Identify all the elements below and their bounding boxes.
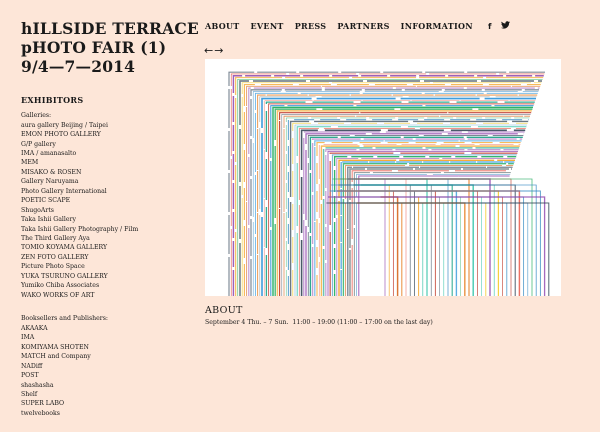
exhibitors-sidebar: EXHIBITORS Galleries: aura gallery Beiji… — [21, 95, 191, 418]
gallery-list-item[interactable]: ShugoArts — [21, 206, 191, 215]
artwork-stripe — [383, 184, 390, 296]
artwork-stripe — [367, 190, 436, 296]
booksellers-list: AKAAKA IMA KOMIYAMA SHOTEN MATCH and Compan… — [21, 324, 191, 419]
gallery-list-item[interactable]: MISAKO & ROSEN — [21, 168, 191, 177]
bookseller-list-item[interactable]: twelvebooks — [21, 409, 191, 418]
about-dates: September 4 Thu. – 7 Sun. 11:00 – 19:00 … — [205, 319, 433, 326]
artwork-stripe — [333, 155, 517, 296]
gallery-list-item[interactable]: POETIC SCAPE — [21, 196, 191, 205]
artwork-stripe — [365, 196, 440, 296]
slider-arrows: ← → — [204, 44, 224, 57]
artwork-stripe — [342, 163, 514, 296]
artwork-stripe — [254, 92, 538, 296]
galleries-list: aura gallery Beijing / Taipei EMON PHOTO … — [21, 121, 191, 301]
artwork-stripe — [353, 184, 474, 296]
artwork-stripe — [374, 190, 415, 296]
gallery-list-item[interactable]: Taka Ishii Gallery — [21, 215, 191, 224]
title-line-3: 9/4—7—2014 — [21, 57, 136, 76]
nav-event[interactable]: EVENT — [251, 21, 284, 31]
twitter-bird-glyph — [501, 21, 511, 29]
gallery-list-item[interactable]: TOMIO KOYAMA GALLERY — [21, 243, 191, 252]
nav-about[interactable]: ABOUT — [205, 21, 240, 31]
gallery-list-item[interactable]: The Third Gallery Aya — [21, 234, 191, 243]
gallery-list-item[interactable]: IMA / amanasalto — [21, 149, 191, 158]
prev-arrow-icon[interactable]: ← — [204, 44, 213, 57]
artwork-stripe — [265, 101, 535, 296]
artwork-stripe — [364, 202, 445, 296]
gallery-list-item[interactable]: ZEN FOTO GALLERY — [21, 253, 191, 262]
main-nav: ABOUT EVENT PRESS PARTNERS INFORMATION f — [205, 21, 516, 31]
artwork-stripe — [350, 196, 482, 296]
artwork-stripe — [296, 126, 527, 296]
bookseller-list-item[interactable]: Shelf — [21, 390, 191, 399]
gallery-list-item[interactable]: Photo Gallery International — [21, 187, 191, 196]
artwork-stripe — [335, 196, 525, 296]
artwork-stripe — [285, 117, 530, 296]
site-title[interactable]: hILLSIDE TERRACE pHOTO FAIR (1) 9/4—7—20… — [21, 19, 199, 76]
artwork-stripe — [379, 202, 403, 296]
artwork-stripe — [252, 91, 539, 296]
nav-information[interactable]: INFORMATION — [401, 21, 473, 31]
artwork-stripe — [368, 184, 432, 296]
bookseller-list-item[interactable]: NADiff — [21, 362, 191, 371]
artwork-stripe — [382, 190, 394, 296]
gallery-list-item[interactable]: MEM — [21, 158, 191, 167]
bookseller-list-item[interactable]: shashasha — [21, 381, 191, 390]
bookseller-list-item[interactable]: MATCH and Company — [21, 352, 191, 361]
gallery-list-item[interactable]: YUKA TSURUNO GALLERY — [21, 272, 191, 281]
artwork-stripe — [346, 184, 495, 296]
nav-partners[interactable]: PARTNERS — [337, 21, 389, 31]
gallery-list-item[interactable]: aura gallery Beijing / Taipei — [21, 121, 191, 130]
artwork-stripe — [331, 184, 537, 296]
about-heading: ABOUT — [205, 305, 243, 316]
artwork-stripe — [347, 166, 513, 296]
bookseller-list-item[interactable]: IMA — [21, 333, 191, 342]
artwork-stripe — [356, 202, 466, 296]
artwork-stripe — [351, 170, 512, 296]
artwork-stripe — [359, 190, 458, 296]
hero-image — [205, 59, 561, 296]
artwork-stripe — [344, 190, 500, 296]
artwork-stripe — [358, 175, 510, 296]
gallery-list-item[interactable]: EMON PHOTO GALLERY — [21, 130, 191, 139]
gallery-list-item[interactable]: Gallery Naruyama — [21, 177, 191, 186]
artwork-stripe — [361, 184, 453, 296]
artwork-stripe — [358, 196, 461, 296]
gallery-list-item[interactable]: WAKO WORKS OF ART — [21, 291, 191, 300]
twitter-icon[interactable] — [501, 21, 511, 31]
title-line-2: pHOTO FAIR (1) — [21, 38, 167, 57]
bookseller-list-item[interactable]: KOMIYAMA SHOTEN — [21, 343, 191, 352]
gallery-list-item[interactable]: Taka Ishii Gallery Photography / Film — [21, 225, 191, 234]
artwork-stripe — [340, 161, 515, 296]
gallery-list-item[interactable]: G/P gallery — [21, 140, 191, 149]
artwork-stripe — [356, 173, 511, 296]
booksellers-label: Booksellers and Publishers: — [21, 315, 109, 323]
gallery-list-item[interactable]: Picture Photo Space — [21, 262, 191, 271]
artwork-stripe — [309, 136, 523, 296]
artwork-stripe — [237, 78, 543, 296]
artwork-stripe — [250, 89, 539, 296]
facebook-icon[interactable]: f — [488, 22, 491, 31]
next-arrow-icon[interactable]: → — [214, 44, 223, 57]
artwork-stripe — [337, 190, 521, 296]
bookseller-list-item[interactable]: AKAAKA — [21, 324, 191, 333]
artwork-stripe — [241, 82, 542, 296]
nav-press[interactable]: PRESS — [295, 21, 327, 31]
artwork-stripe — [328, 196, 546, 296]
bookseller-list-item[interactable]: SUPER LABO — [21, 399, 191, 408]
exhibitors-heading: EXHIBITORS — [21, 95, 84, 105]
artwork-stripe — [341, 202, 508, 296]
gallery-list-item[interactable]: Yumiko Chiba Associates — [21, 281, 191, 290]
artwork-stripe — [373, 196, 420, 296]
title-line-1: hILLSIDE TERRACE — [21, 19, 199, 38]
artwork-image — [228, 71, 550, 296]
bookseller-list-item[interactable]: POST — [21, 371, 191, 380]
galleries-label: Galleries: — [21, 112, 52, 119]
